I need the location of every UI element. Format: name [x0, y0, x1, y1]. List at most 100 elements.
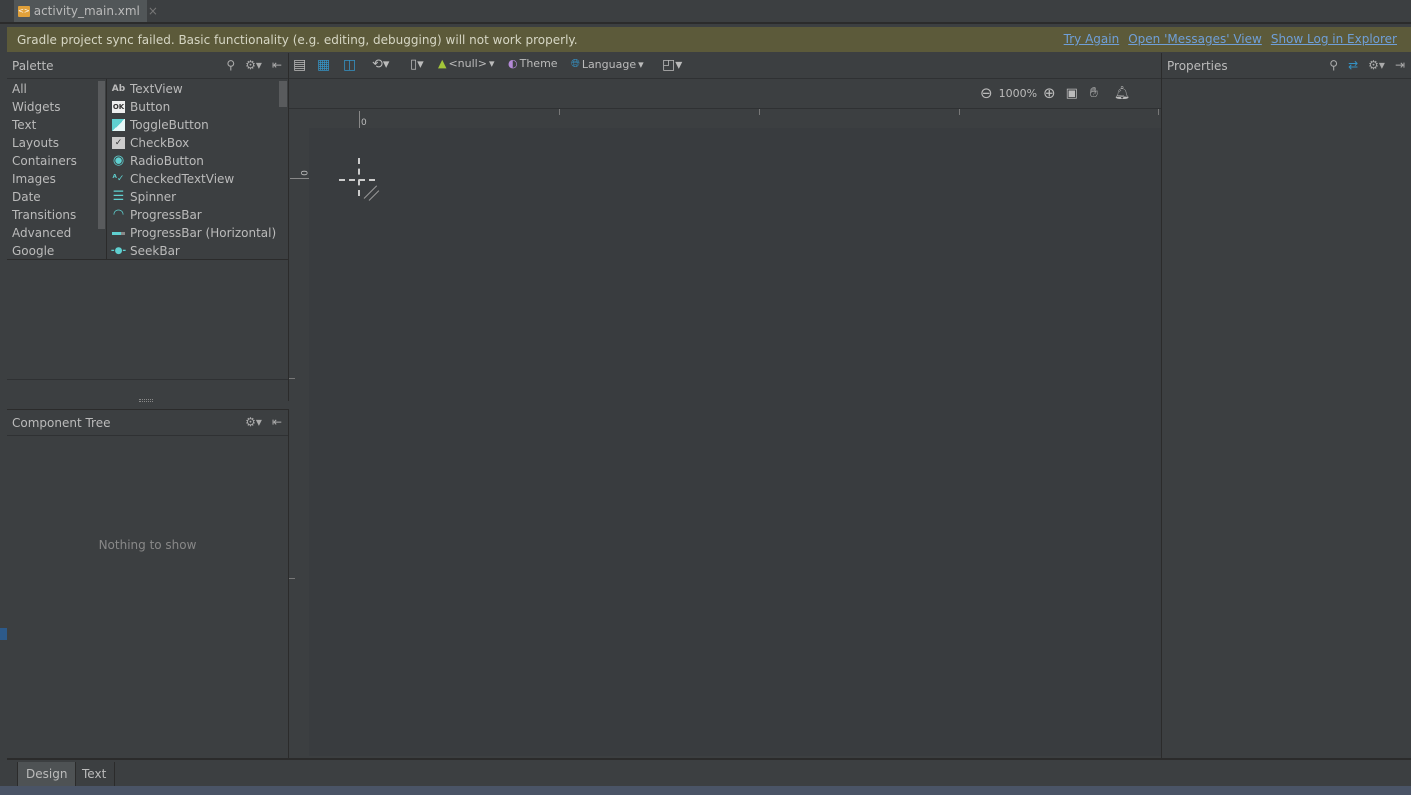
category-containers[interactable]: Containers — [7, 152, 97, 170]
editor-tab-bar: <> activity_main.xml × — [0, 0, 1411, 24]
zoom-out-icon[interactable]: ⊖ — [980, 84, 993, 102]
api-level-label: <null> — [448, 57, 487, 70]
gear-icon[interactable]: ⚙▾ — [245, 58, 262, 72]
layout-canvas[interactable] — [309, 128, 1161, 756]
file-tab[interactable]: <> activity_main.xml × — [14, 0, 158, 22]
status-bar — [0, 786, 1411, 795]
origin-crosshair-icon — [339, 179, 375, 181]
radio-icon: ◉ — [112, 153, 125, 168]
file-tab-label: activity_main.xml — [33, 4, 140, 18]
item-label: CheckBox — [130, 136, 190, 150]
category-transitions[interactable]: Transitions — [7, 206, 97, 224]
gear-icon[interactable]: ⚙▾ — [1368, 58, 1385, 72]
categories-scrollbar[interactable] — [97, 79, 107, 259]
api-level-selector[interactable]: ▲ <null> ▾ — [438, 57, 495, 70]
category-advanced[interactable]: Advanced — [7, 224, 97, 242]
ruler-v-origin-label: 0 — [297, 170, 308, 176]
palette-item-togglebutton[interactable]: ToggleButton — [107, 116, 288, 134]
palette-header: Palette ⚲ ⚙▾ ⇤ — [7, 53, 288, 79]
category-text[interactable]: Text — [7, 116, 97, 134]
seekbar-icon: -●- — [110, 246, 127, 256]
component-tree-header: Component Tree ⚙▾ ⇤ — [7, 410, 288, 436]
component-tree-panel: Component Tree ⚙▾ ⇤ Nothing to show — [7, 409, 289, 759]
hide-panel-icon[interactable]: ⇤ — [272, 58, 282, 72]
item-label: TextView — [130, 82, 183, 96]
item-label: RadioButton — [130, 154, 204, 168]
item-label: ProgressBar (Horizontal) — [130, 226, 277, 240]
spinner-icon: ☰ — [112, 189, 125, 204]
fit-screen-icon[interactable]: ▣ — [1066, 86, 1078, 101]
checked-text-icon: ᴬ✓ — [112, 174, 125, 184]
notifications-bell-icon[interactable]: 🔔︎ — [1114, 86, 1131, 101]
gear-icon[interactable]: ⚙▾ — [245, 415, 262, 429]
search-icon[interactable]: ⚲ — [1329, 58, 1338, 72]
palette-item-progressbar-horizontal[interactable]: ProgressBar (Horizontal) — [107, 224, 288, 242]
palette-item-textview[interactable]: Ab TextView — [107, 80, 288, 98]
zoom-level: 1000% — [998, 86, 1038, 100]
hide-panel-icon[interactable]: ⇤ — [272, 415, 282, 429]
palette-item-checkedtextview[interactable]: ᴬ✓ CheckedTextView — [107, 170, 288, 188]
tab-design[interactable]: Design — [17, 762, 77, 788]
button-icon: OK — [112, 101, 125, 113]
device-icon[interactable]: ▯▾ — [410, 57, 424, 72]
palette-item-checkbox[interactable]: ✓ CheckBox — [107, 134, 288, 152]
toggle-icon — [112, 119, 125, 131]
side-marker — [0, 628, 7, 640]
palette-title: Palette — [12, 58, 54, 73]
category-layouts[interactable]: Layouts — [7, 134, 97, 152]
category-widgets[interactable]: Widgets — [7, 98, 97, 116]
category-date[interactable]: Date — [7, 188, 97, 206]
theme-selector[interactable]: ◐ Theme — [508, 57, 558, 70]
palette-item-spinner[interactable]: ☰ Spinner — [107, 188, 288, 206]
component-tree-title: Component Tree — [12, 415, 111, 430]
splitter-handle[interactable] — [139, 399, 153, 402]
layout-variants-icon[interactable]: ◰▾ — [662, 57, 682, 73]
progress-icon: ◠ — [113, 207, 124, 222]
item-label: Button — [130, 100, 171, 114]
pan-hand-icon[interactable]: ✋︎ — [1090, 85, 1098, 101]
checkbox-icon: ✓ — [112, 137, 125, 149]
show-log-link[interactable]: Show Log in Explorer — [1271, 32, 1397, 46]
try-again-link[interactable]: Try Again — [1064, 32, 1120, 46]
hide-panel-icon[interactable]: ⇥ — [1395, 58, 1405, 72]
item-label: SeekBar — [130, 244, 180, 258]
item-label: ToggleButton — [130, 118, 209, 132]
properties-title: Properties — [1167, 58, 1228, 73]
orientation-icon[interactable]: ⟲▾ — [372, 57, 389, 72]
textview-icon: Ab — [111, 84, 126, 94]
category-images[interactable]: Images — [7, 170, 97, 188]
tab-text[interactable]: Text — [74, 762, 116, 788]
items-scrollbar[interactable] — [279, 81, 287, 107]
item-label: Spinner — [130, 190, 177, 204]
palette-items: Ab TextView OK Button ToggleButton ✓ CheckB… — [107, 79, 288, 259]
design-view-icon[interactable]: ▤ — [293, 57, 306, 73]
horizontal-ruler: 0 — [289, 108, 1161, 129]
zoom-toolbar: ⊖ 1000% ⊕ ▣ ✋︎ 🔔︎ — [980, 84, 1130, 102]
item-label: ProgressBar — [130, 208, 202, 222]
swap-view-icon[interactable]: ⇄ — [1348, 58, 1358, 72]
progress-horizontal-icon — [112, 227, 125, 239]
empty-tree-message: Nothing to show — [98, 538, 197, 552]
language-label: Language — [581, 57, 637, 71]
palette-item-progressbar[interactable]: ◠ ProgressBar — [107, 206, 288, 224]
close-tab-icon[interactable]: × — [148, 4, 158, 18]
category-google[interactable]: Google — [7, 242, 97, 260]
blueprint-view-icon[interactable]: ▦ — [317, 57, 330, 73]
xml-file-icon: <> — [18, 5, 30, 17]
category-all[interactable]: All — [7, 80, 97, 98]
palette-item-button[interactable]: OK Button — [107, 98, 288, 116]
properties-panel: Properties ⚲ ⇄ ⚙▾ ⇥ — [1161, 53, 1411, 759]
vertical-ruler: 0 — [289, 128, 309, 756]
banner-message: Gradle project sync failed. Basic functi… — [17, 32, 578, 47]
search-icon[interactable]: ⚲ — [226, 58, 235, 72]
open-messages-link[interactable]: Open 'Messages' View — [1128, 32, 1262, 46]
android-icon: ▲ — [438, 57, 447, 70]
both-views-icon[interactable]: ◫ — [343, 57, 356, 73]
palette-item-radiobutton[interactable]: ◉ RadioButton — [107, 152, 288, 170]
sync-failed-banner: Gradle project sync failed. Basic functi… — [7, 27, 1411, 52]
editor-mode-tabs: Design Text — [7, 758, 1411, 788]
properties-header: Properties ⚲ ⇄ ⚙▾ ⇥ — [1162, 53, 1411, 79]
zoom-in-icon[interactable]: ⊕ — [1043, 84, 1056, 102]
palette-item-seekbar[interactable]: -●- SeekBar — [107, 242, 288, 260]
language-selector[interactable]: 🌐︎ Language ▾ — [571, 57, 644, 71]
